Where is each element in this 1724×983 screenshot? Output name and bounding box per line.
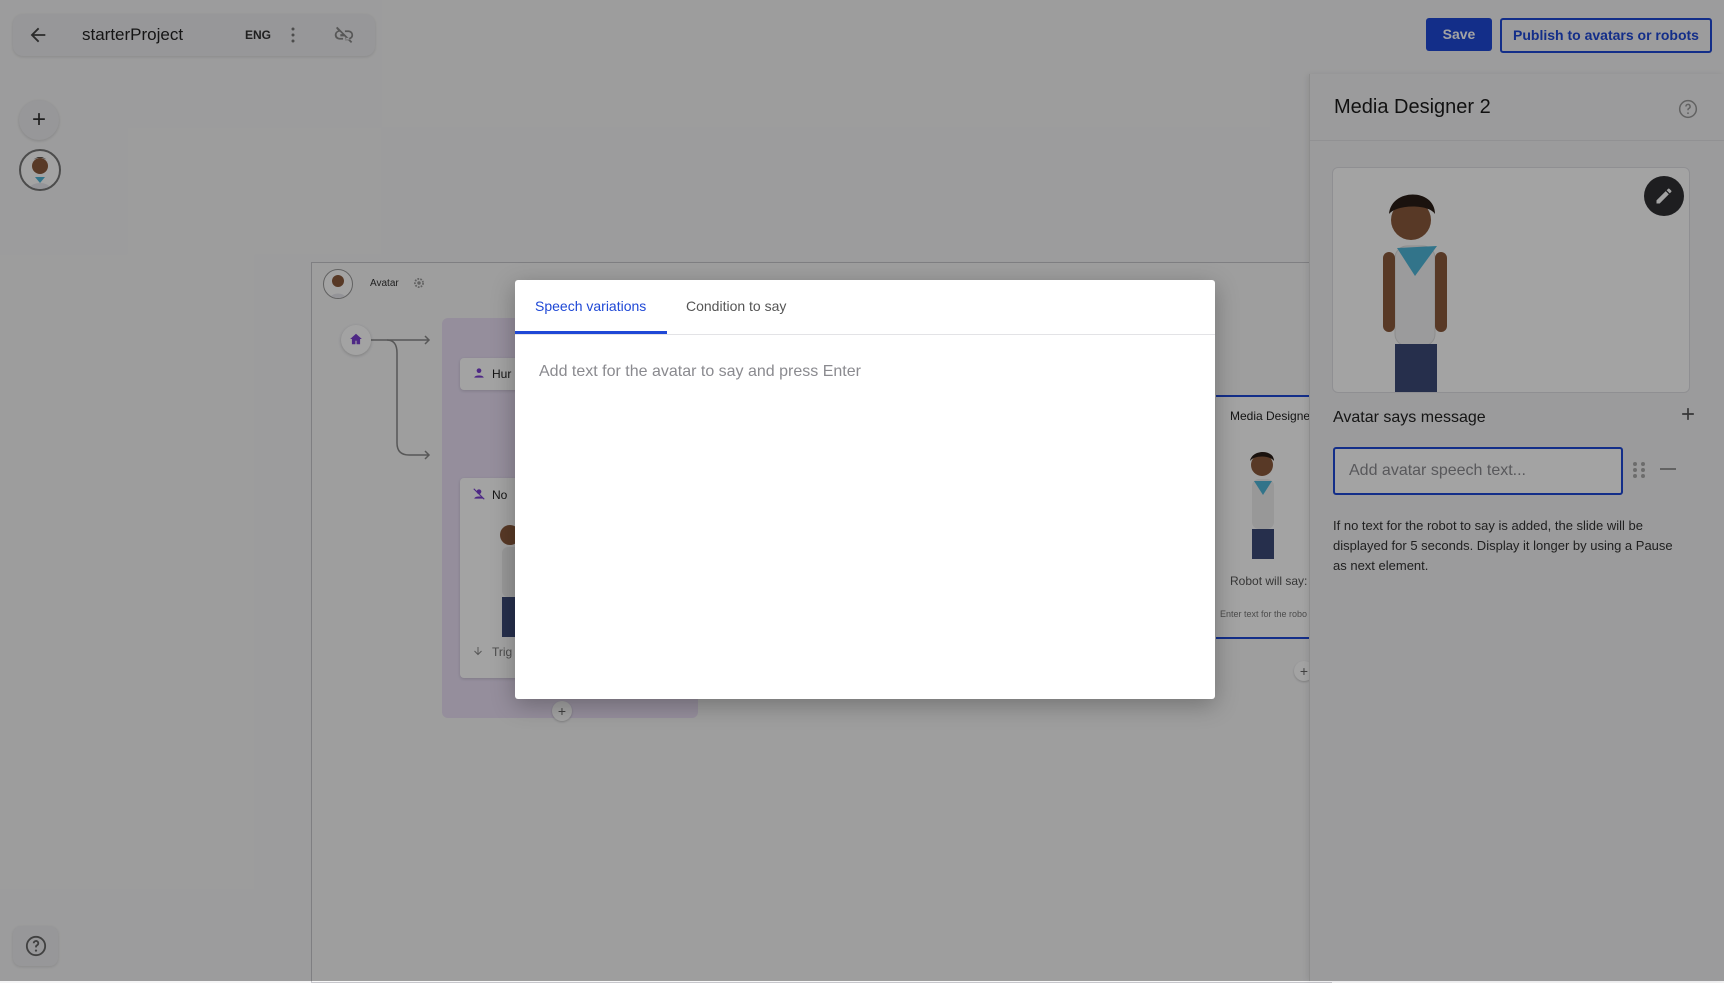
active-tab-indicator — [515, 331, 667, 334]
speech-dialog: Speech variations Condition to say — [515, 280, 1215, 699]
dialog-tabs: Speech variations Condition to say — [515, 280, 1215, 335]
speech-variation-input[interactable] — [537, 356, 1201, 388]
tab-speech-variations[interactable]: Speech variations — [535, 298, 646, 314]
tab-condition-to-say[interactable]: Condition to say — [686, 298, 786, 314]
